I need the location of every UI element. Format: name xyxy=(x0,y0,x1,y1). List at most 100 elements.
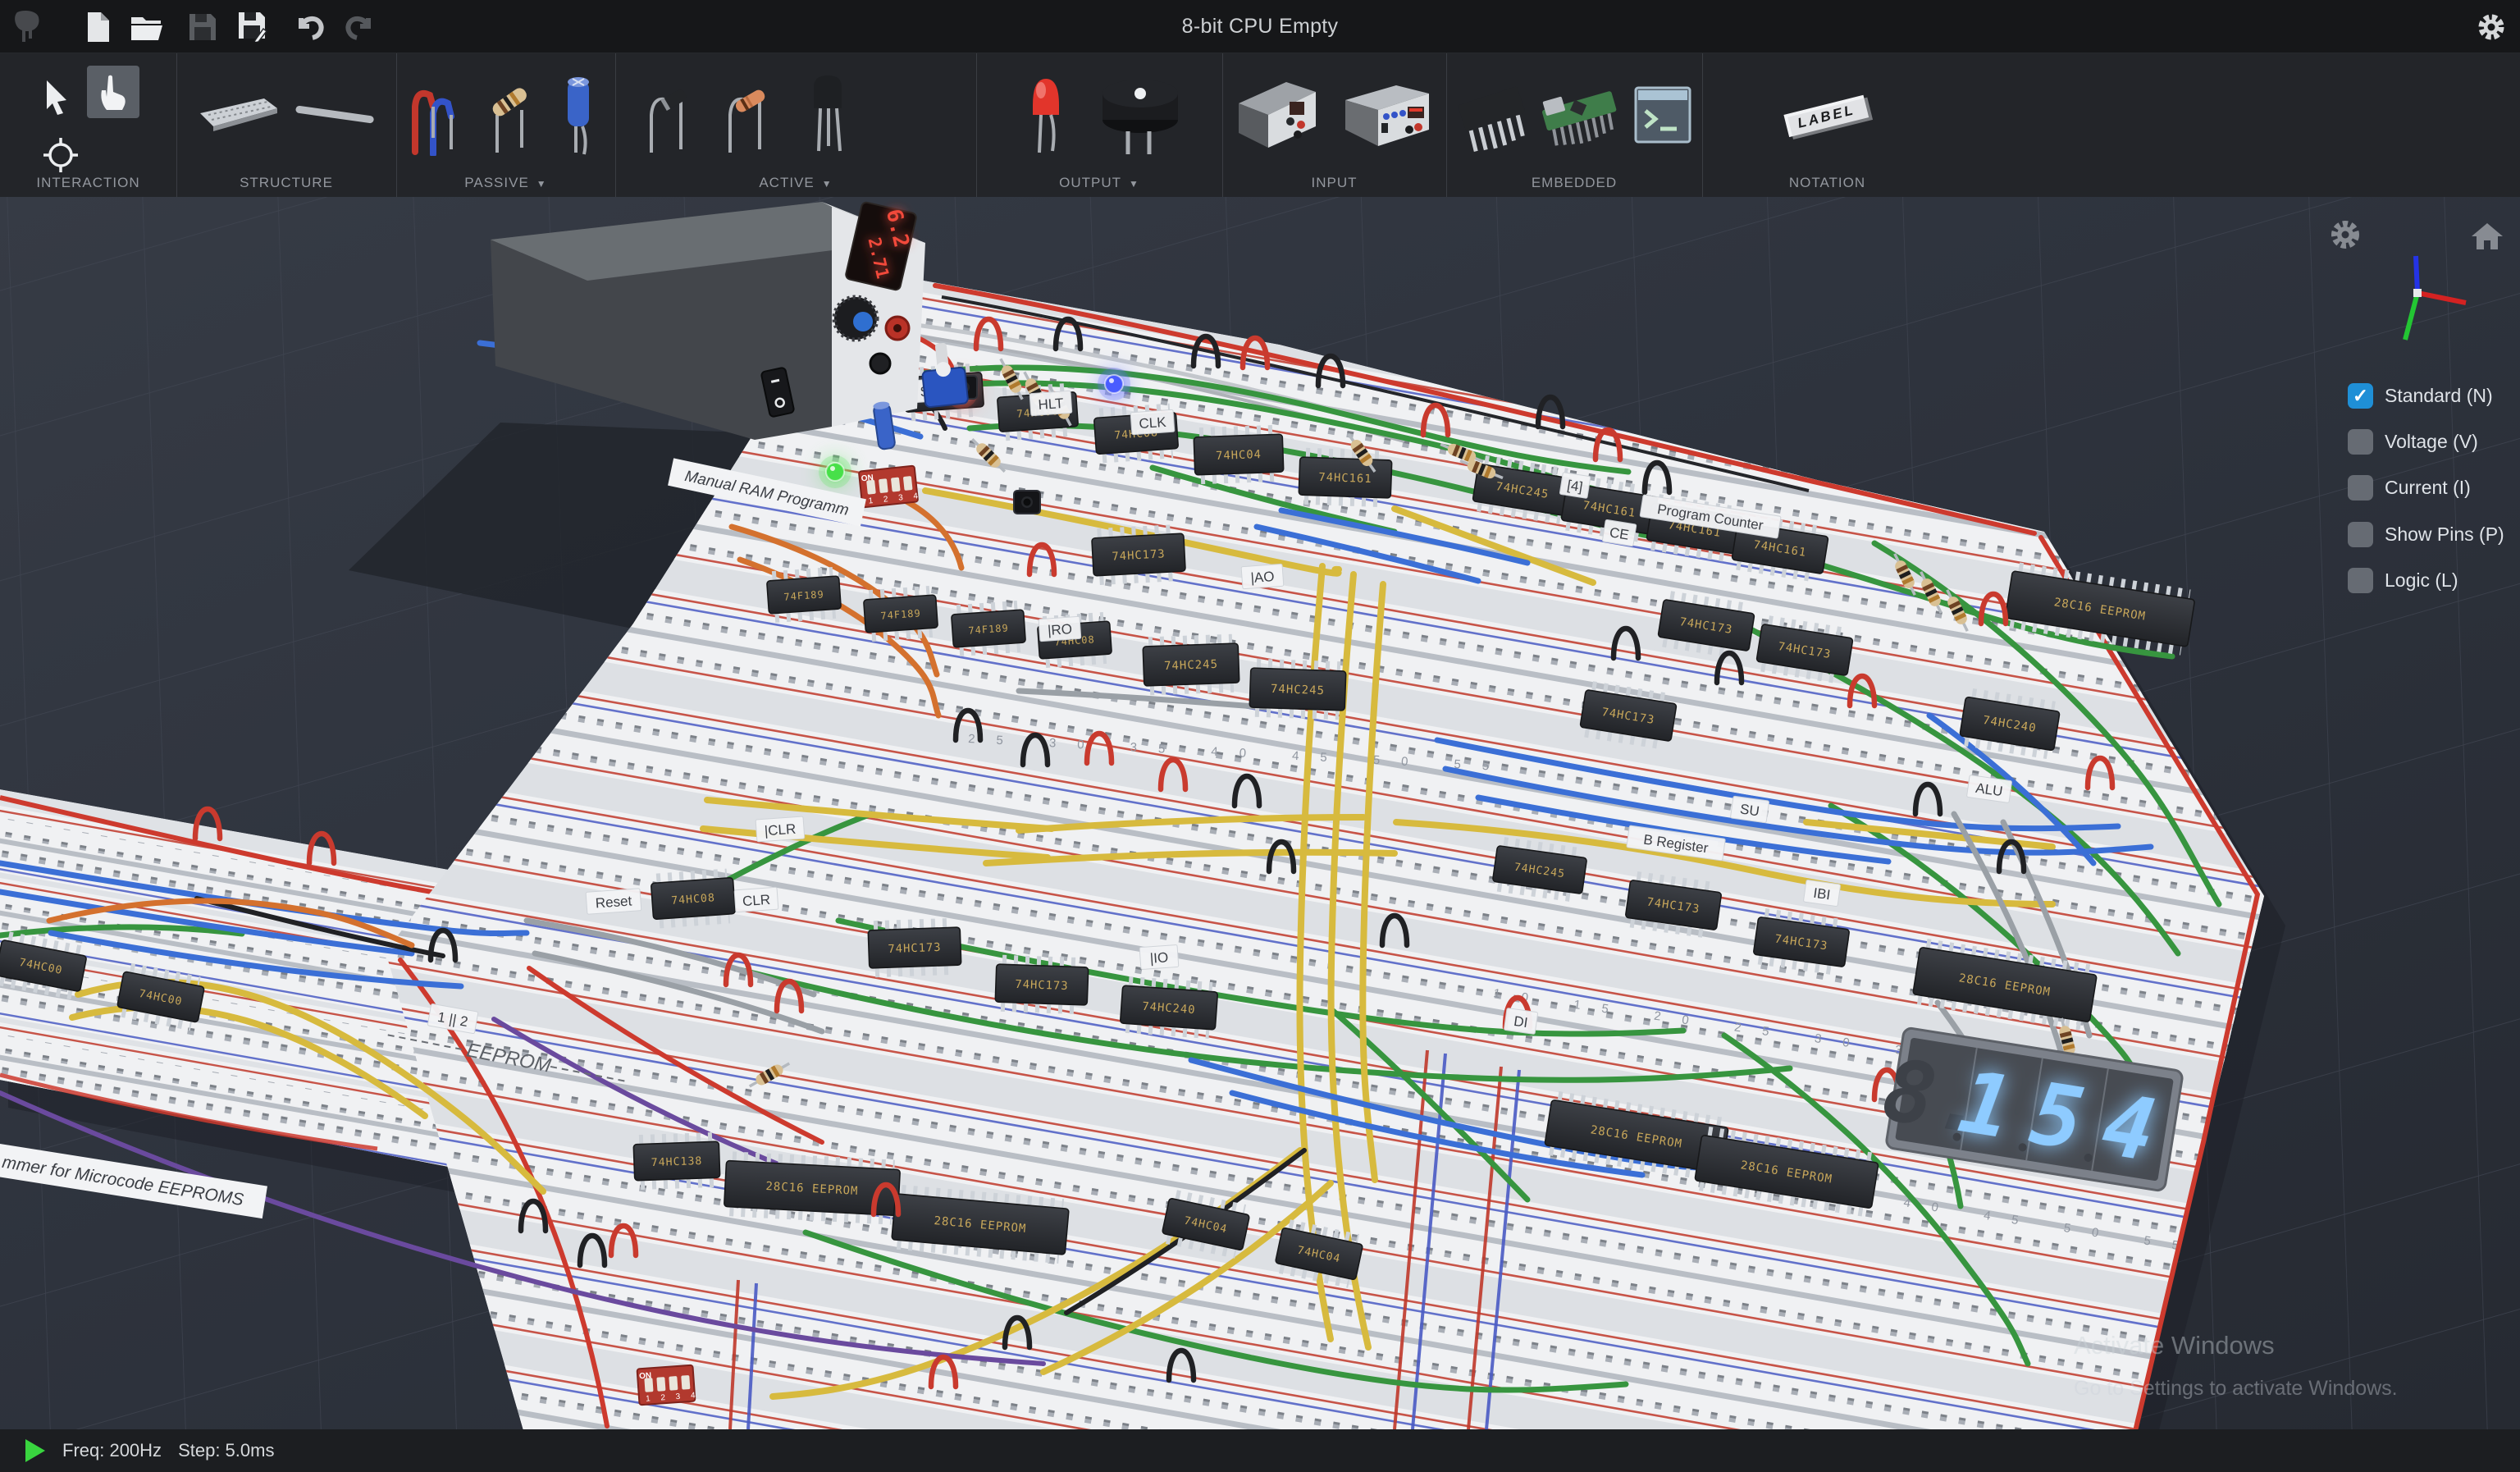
transistor-component-button[interactable] xyxy=(791,66,865,164)
signal-tag-text: CLR xyxy=(742,892,770,909)
signal-tag-text: IBI xyxy=(1812,885,1831,903)
toolbar-group-structure: STRUCTURE xyxy=(176,53,397,198)
checkbox-box[interactable] xyxy=(2348,568,2373,593)
checkbox-box[interactable] xyxy=(2348,429,2373,455)
signal-tag-text: DI xyxy=(1513,1013,1528,1031)
signal-tag[interactable]: CE xyxy=(1602,519,1637,546)
dip-on-label: ON xyxy=(639,1371,652,1381)
signal-tag[interactable]: |AO xyxy=(1241,564,1284,588)
toolbar-group-input: INPUT xyxy=(1222,53,1447,198)
toolbar-group-notation: LABEL NOTATION xyxy=(1702,53,1952,198)
viewport-settings-gear-icon[interactable] xyxy=(2335,225,2355,245)
watermark-line1: Activate Windows xyxy=(2074,1331,2275,1360)
resistor-component-button[interactable] xyxy=(477,66,543,164)
signal-tag[interactable]: CLR xyxy=(734,887,778,912)
ic-chip-label: 74HC173 xyxy=(1112,547,1166,563)
checkbox-standard[interactable]: Standard (N) xyxy=(2348,383,2493,409)
signal-tag-text: CE xyxy=(1609,524,1630,542)
ic-chip[interactable]: 74HC04 xyxy=(1194,429,1284,480)
capacitor-component-button[interactable] xyxy=(546,66,612,164)
psu-negative-post[interactable] xyxy=(870,354,890,373)
dropdown-arrow-icon[interactable]: ▼ xyxy=(536,178,547,190)
bench-supply-component-button[interactable] xyxy=(1338,66,1436,164)
checkbox-label: Show Pins (P) xyxy=(2385,523,2504,546)
ic-chip-label: 74HC04 xyxy=(1216,448,1262,463)
ic-chip[interactable]: 74HC138 xyxy=(633,1136,720,1186)
signal-tag[interactable]: |IO xyxy=(1139,944,1179,969)
signal-tag[interactable]: SU xyxy=(1730,796,1769,823)
led[interactable] xyxy=(1098,368,1130,400)
ic-chip[interactable]: 74HC245 xyxy=(1249,663,1346,715)
signal-tag[interactable]: CLK xyxy=(1130,409,1175,435)
jumper-wires-component-button[interactable] xyxy=(400,66,474,164)
group-label-active: ACTIVE xyxy=(759,175,814,190)
signal-tag-text: |RO xyxy=(1047,621,1072,638)
dip-switch[interactable]: ON1 2 3 4 xyxy=(859,465,923,507)
led-component-button[interactable] xyxy=(1013,66,1079,164)
group-label-embedded: EMBEDDED xyxy=(1446,175,1702,191)
signal-tag-text: |IO xyxy=(1149,949,1169,967)
ic-chip-label: 74HC138 xyxy=(651,1155,703,1169)
ic-chip[interactable]: 74HC161 xyxy=(1299,452,1392,503)
orbit-tool-button[interactable] xyxy=(34,129,87,181)
signal-tag[interactable]: |CLR xyxy=(756,816,805,842)
dip-switch[interactable]: ON1 2 3 4 xyxy=(637,1365,700,1405)
microcontroller-component-button[interactable] xyxy=(1537,66,1623,164)
checkbox-logic[interactable]: Logic (L) xyxy=(2348,568,2458,593)
signal-tag[interactable]: |RO xyxy=(1039,616,1081,641)
ic-chip-component-button[interactable] xyxy=(1450,66,1532,164)
toolbar-group-active: ACTIVE ▼ xyxy=(615,53,977,198)
breadboard-component-button[interactable] xyxy=(195,66,281,164)
play-button[interactable] xyxy=(25,1438,46,1463)
terminal-component-button[interactable] xyxy=(1628,66,1698,164)
ic-chip-label: 74HC245 xyxy=(1164,658,1219,673)
group-label-output: OUTPUT xyxy=(1059,175,1121,190)
signal-tag[interactable]: HLT xyxy=(1029,391,1072,415)
dropdown-arrow-icon[interactable]: ▼ xyxy=(822,178,833,190)
label-component-button[interactable]: LABEL xyxy=(1774,66,1881,164)
signal-tag[interactable]: Reset xyxy=(586,889,641,915)
push-button[interactable] xyxy=(1014,491,1040,514)
ic-chip[interactable]: 74HC173 xyxy=(868,922,961,973)
signal-tag[interactable]: DI xyxy=(1504,1008,1537,1034)
group-label-input: INPUT xyxy=(1222,175,1446,191)
signal-tag[interactable]: IBI xyxy=(1803,880,1840,907)
rod-component-button[interactable] xyxy=(292,66,377,164)
led[interactable] xyxy=(819,455,851,488)
signal-tag-text: HLT xyxy=(1038,395,1064,413)
group-label-notation: NOTATION xyxy=(1702,175,1952,191)
group-label-structure: STRUCTURE xyxy=(176,175,396,191)
toolbar-group-passive: PASSIVE ▼ xyxy=(396,53,616,198)
ic-chip[interactable]: 74HC245 xyxy=(1143,638,1239,691)
ic-chip[interactable]: 74HC173 xyxy=(995,959,1089,1010)
ic-chip-label: 74HC245 xyxy=(1271,683,1326,697)
group-label-passive: PASSIVE xyxy=(464,175,529,190)
toolbar-group-embedded: EMBEDDED xyxy=(1446,53,1703,198)
diode-component-button[interactable] xyxy=(633,66,704,164)
checkbox-show-pins[interactable]: Show Pins (P) xyxy=(2348,522,2504,547)
ic-chip-label: 74HC173 xyxy=(1015,978,1069,993)
group-label-interaction: INTERACTION xyxy=(0,175,176,191)
scene-3d-viewport[interactable]: 25 30 35 40 45 50 55 10 15 20 25 30 35 4… xyxy=(0,197,2520,1429)
signal-tag[interactable]: [4] xyxy=(1559,473,1591,499)
checkbox-voltage[interactable]: Voltage (V) xyxy=(2348,429,2478,455)
checkbox-box[interactable] xyxy=(2348,475,2373,501)
power-supply-component-button[interactable] xyxy=(1233,66,1331,164)
checkbox-current[interactable]: Current (I) xyxy=(2348,475,2471,501)
buzzer-component-button[interactable] xyxy=(1095,66,1185,164)
toolbar-group-output: OUTPUT ▼ xyxy=(976,53,1223,198)
dropdown-arrow-icon[interactable]: ▼ xyxy=(1129,178,1139,190)
signal-diode-component-button[interactable] xyxy=(712,66,783,164)
cursor-tool-button[interactable] xyxy=(33,71,85,124)
ic-chip-label: 74HC161 xyxy=(1318,471,1372,486)
signal-tag-text: CLK xyxy=(1139,414,1167,432)
checkbox-box[interactable] xyxy=(2348,383,2373,409)
settings-gear-icon[interactable] xyxy=(2476,11,2507,43)
checkbox-box[interactable] xyxy=(2348,522,2373,547)
checkbox-label: Current (I) xyxy=(2385,477,2471,499)
title-bar: 8-bit CPU Empty xyxy=(0,0,2520,53)
hand-tool-button[interactable] xyxy=(87,66,139,118)
signal-tag-text: SU xyxy=(1739,801,1760,819)
signal-tag-text: [4] xyxy=(1566,478,1584,496)
checkbox-label: Standard (N) xyxy=(2385,385,2493,407)
